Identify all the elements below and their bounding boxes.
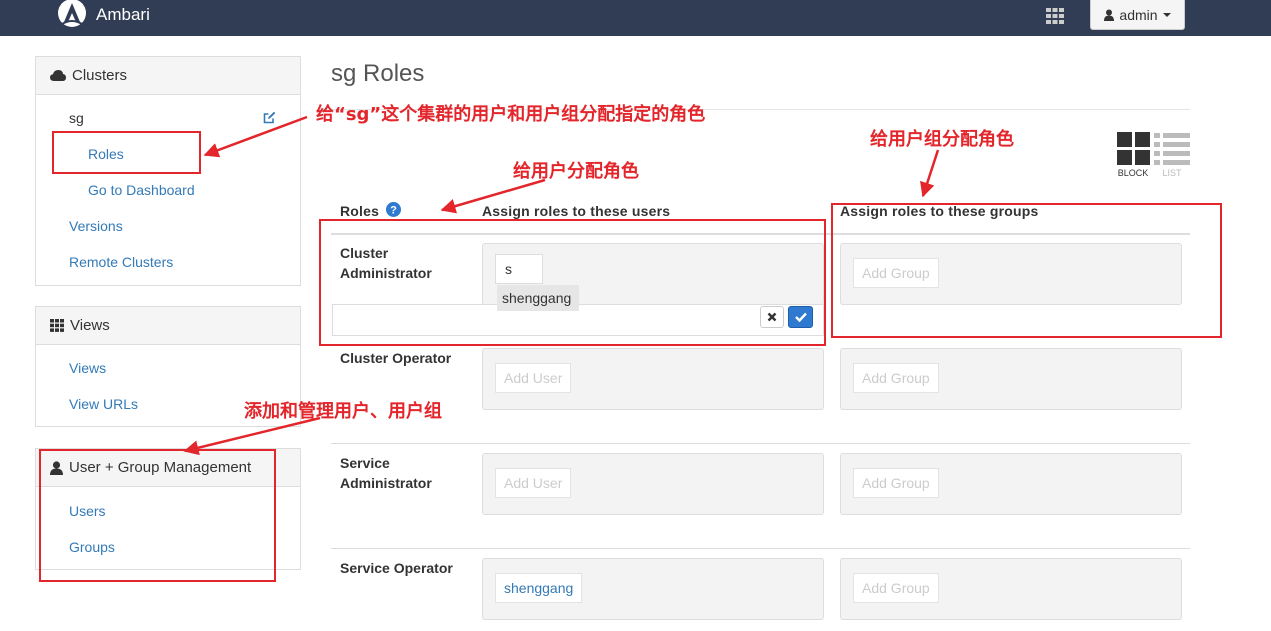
arrow-to-roles [203,115,308,158]
arrow-to-groups [920,149,940,198]
arrow-to-users [440,178,546,214]
arrow-to-user-management [183,416,321,456]
annotation-arrows [183,115,940,456]
